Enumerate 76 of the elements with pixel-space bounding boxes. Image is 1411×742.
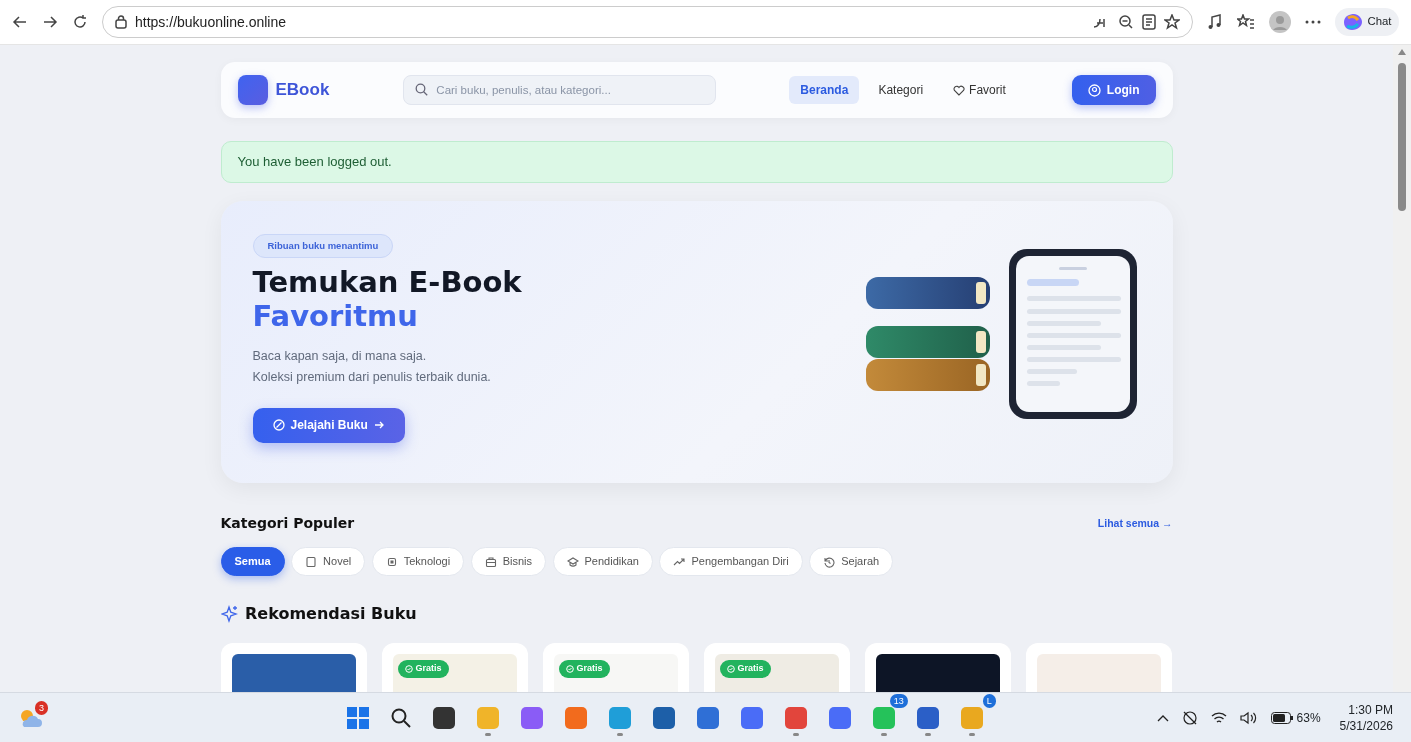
chip-icon <box>385 555 398 568</box>
wifi-icon[interactable] <box>1211 710 1228 725</box>
user-circle-icon <box>1087 83 1101 97</box>
nav-link[interactable]: Beranda <box>789 76 860 104</box>
scrollbar[interactable] <box>1393 45 1411 692</box>
book-card[interactable] <box>864 643 1011 692</box>
clock-date[interactable]: 5/31/2026 <box>1339 717 1393 734</box>
music-icon[interactable] <box>1206 14 1223 30</box>
login-button[interactable]: Login <box>1071 75 1156 105</box>
free-badge: Gratis <box>558 660 610 678</box>
category-chip[interactable]: Sejarah <box>809 547 894 576</box>
more-icon[interactable] <box>1304 20 1321 24</box>
check-circle-icon <box>726 664 735 673</box>
volume-icon[interactable] <box>1240 710 1259 725</box>
refresh-icon[interactable] <box>72 14 88 30</box>
favorites-icon[interactable] <box>1236 14 1255 30</box>
category-chip[interactable]: Semua <box>220 547 285 576</box>
reader-icon[interactable] <box>1141 14 1156 30</box>
hero-title: Temukan E-Book <box>252 264 522 299</box>
star-icon[interactable] <box>1163 14 1180 30</box>
brand-name[interactable]: EBook <box>275 77 330 103</box>
copilot-icon <box>1342 12 1365 32</box>
category-chip[interactable]: Novel <box>291 547 366 576</box>
notification-badge: 3 <box>35 700 48 715</box>
notification-badge: L <box>982 693 996 708</box>
category-chip[interactable]: Pengembangan Diri <box>659 547 803 576</box>
hero-text: Koleksi premium dari penulis terbaik dunia. <box>252 368 492 386</box>
search-icon[interactable] <box>390 707 411 728</box>
category-chip[interactable]: Teknologi <box>371 547 465 576</box>
scroll-thumb[interactable] <box>1398 63 1406 211</box>
check-circle-icon <box>404 664 413 673</box>
compass-icon <box>272 419 285 432</box>
check-circle-icon <box>565 664 574 673</box>
sparkle-icon <box>220 605 239 623</box>
app-icon[interactable] <box>432 706 455 729</box>
history-icon <box>823 555 836 568</box>
app-icon[interactable] <box>652 706 675 729</box>
search-field[interactable]: Cari buku, penulis, atau kategori... <box>403 75 717 105</box>
free-badge: Gratis <box>719 660 771 678</box>
explore-button[interactable]: Jelajahi Buku <box>252 407 405 443</box>
hero-badge: Ribuan buku menantimu <box>252 234 394 259</box>
trend-icon <box>673 555 686 568</box>
free-badge: Gratis <box>397 660 449 678</box>
hero-text: Baca kapan saja, di mana saja. <box>252 347 428 365</box>
zoom-out-icon[interactable] <box>1117 14 1134 30</box>
category-chip[interactable]: Pendidikan <box>552 547 653 576</box>
hero-title-highlight: Favoritmu <box>252 298 419 333</box>
profile-icon[interactable] <box>1268 11 1291 33</box>
notification-badge: 13 <box>889 693 908 708</box>
back-icon[interactable] <box>12 14 28 30</box>
heart-icon <box>953 84 966 96</box>
chevron-up-icon[interactable] <box>1157 713 1170 722</box>
book-card[interactable] <box>220 643 367 692</box>
logo-icon <box>237 75 268 105</box>
section-title: Rekomendasi Buku <box>245 603 417 625</box>
category-chip[interactable]: Bisnis <box>470 547 547 576</box>
forward-icon[interactable] <box>42 14 58 30</box>
battery-icon[interactable] <box>1271 711 1294 724</box>
mute-notification-icon[interactable] <box>1182 709 1199 726</box>
chat-button[interactable]: Chat <box>1334 7 1399 37</box>
see-all-link[interactable]: Lihat semua → <box>1097 515 1173 532</box>
start-icon[interactable] <box>346 706 369 729</box>
lock-icon <box>115 15 127 29</box>
arrow-right-icon <box>373 420 385 431</box>
app-icon[interactable] <box>916 706 939 729</box>
briefcase-icon <box>484 555 497 568</box>
nav-link[interactable]: Kategori <box>867 76 935 104</box>
url-text: https://bukuonline.online <box>135 12 286 32</box>
battery-percent: 63% <box>1296 709 1321 727</box>
section-title: Kategori Populer <box>220 514 355 533</box>
nav-link[interactable]: Favorit <box>942 76 1017 104</box>
graduation-cap-icon <box>566 555 579 568</box>
book-icon <box>305 555 318 568</box>
scroll-up-icon <box>1398 49 1406 55</box>
logout-alert: You have been logged out. <box>220 141 1173 183</box>
clock-time[interactable]: 1:30 PM <box>1348 701 1393 718</box>
